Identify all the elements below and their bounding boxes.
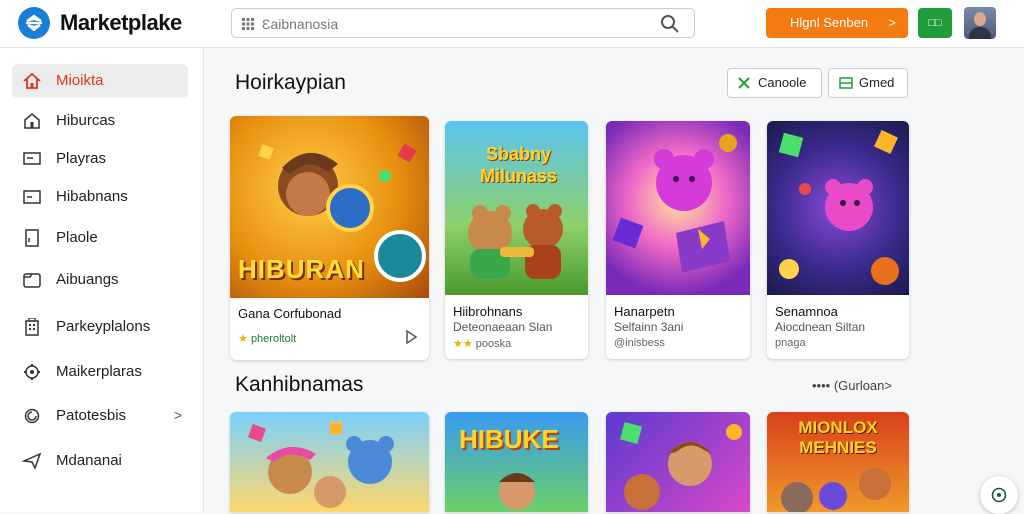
star-icon: ★ xyxy=(238,333,248,345)
card-title: Gana Corfubonad xyxy=(238,306,342,321)
sidebar-item-mdananai[interactable]: Mdananai xyxy=(12,444,188,478)
thumbnail-title: MIONLOX MEHNIES xyxy=(798,418,878,457)
game-card[interactable]: HIBURAN Gana Corfubonad ★ pheroltolt xyxy=(230,116,429,360)
gear-icon xyxy=(24,364,40,380)
thumbnail-title: Sbabny Milunass xyxy=(479,144,558,186)
game-thumbnail xyxy=(606,121,750,295)
star-icon: ★★ xyxy=(453,338,473,350)
folder-icon xyxy=(23,273,41,288)
card-subtitle: Selfainn 3ani xyxy=(614,320,684,334)
sidebar-item-aibuangs[interactable]: Aibuangs xyxy=(12,263,188,297)
sidebar: Mioikta Hiburcas Playras Hibabnans Plaol… xyxy=(0,48,204,512)
cancel-chip-button[interactable]: Canoole xyxy=(727,68,822,98)
sidebar-item-home[interactable]: Mioikta xyxy=(12,64,188,98)
help-button[interactable] xyxy=(980,476,1018,514)
top-bar: Marketplake Ɛaibnanosia Hlgnl Senben > □… xyxy=(0,0,1024,48)
sidebar-item-patotesbis[interactable]: Patotesbis > xyxy=(12,399,188,433)
home-icon xyxy=(23,72,41,89)
sidebar-item-maikerplaras[interactable]: Maikerplaras xyxy=(12,355,188,389)
primary-action-label: Hlgnl Senben xyxy=(790,15,869,30)
grid-icon xyxy=(242,18,254,30)
brand-logo-icon[interactable] xyxy=(18,7,50,39)
card-subtitle: Deteonaeaan Slan xyxy=(453,320,553,334)
brand-name[interactable]: Marketplake xyxy=(60,10,182,36)
card-meta: ★ pheroltolt xyxy=(238,333,297,345)
thumbnail-title: HIBURAN xyxy=(238,254,365,284)
game-thumbnail xyxy=(767,121,909,295)
building-icon xyxy=(25,318,39,336)
page-icon xyxy=(25,229,39,247)
card-title: Hiibrohnans xyxy=(453,304,523,319)
game-thumbnail xyxy=(230,412,429,512)
section-title-secondary: Kanhibnamas xyxy=(235,373,364,396)
search-bar[interactable]: Ɛaibnanosia xyxy=(231,8,695,38)
chevron-right-icon: > xyxy=(173,407,182,423)
card-subtitle: Aiocdnean Siltan xyxy=(775,320,866,334)
settings-icon xyxy=(24,408,40,424)
chevron-right-icon: > xyxy=(888,15,896,30)
chevron-right-icon: > xyxy=(884,378,892,393)
card-meta: ★★ pooska xyxy=(453,338,512,350)
send-icon xyxy=(22,452,42,470)
sidebar-item-parkeyplalons[interactable]: Parkeyplalons xyxy=(12,310,188,344)
game-card[interactable] xyxy=(606,412,750,512)
card-title: Senamnoa xyxy=(775,304,838,319)
game-card[interactable] xyxy=(230,412,429,512)
avatar[interactable] xyxy=(964,7,996,39)
primary-action-button[interactable]: Hlgnl Senben > xyxy=(766,8,908,38)
card-meta: @inisbess xyxy=(614,337,665,349)
window-icon xyxy=(23,190,41,204)
sidebar-item-hiburcas[interactable]: Hiburcas xyxy=(12,104,188,138)
search-input[interactable]: Ɛaibnanosia xyxy=(262,16,338,32)
screen-icon xyxy=(23,152,41,165)
house-icon xyxy=(24,113,40,129)
play-icon[interactable] xyxy=(405,330,417,344)
game-card[interactable]: Sbabny Milunass Hiibrohnans Deteonaeaan … xyxy=(445,121,588,359)
grid-chip-button[interactable]: Gmed xyxy=(828,68,908,98)
game-thumbnail xyxy=(606,412,750,512)
sidebar-item-plaole[interactable]: Plaole xyxy=(12,221,188,255)
sidebar-item-playras[interactable]: Playras xyxy=(12,142,188,176)
sidebar-item-hibabnans[interactable]: Hibabnans xyxy=(12,180,188,214)
thumbnail-title: HIBUKE xyxy=(459,424,559,454)
secondary-action-button[interactable]: □□ xyxy=(918,8,952,38)
game-card[interactable]: Hanarpetn Selfainn 3ani @inisbess xyxy=(606,121,750,359)
search-icon[interactable] xyxy=(660,14,680,34)
close-icon xyxy=(738,77,750,89)
section-title-featured: Hoirkaypian xyxy=(235,71,346,94)
card-title: Hanarpetn xyxy=(614,304,675,319)
card-meta: pnaga xyxy=(775,337,806,349)
game-card[interactable]: MIONLOX MEHNIES xyxy=(767,412,909,512)
help-icon xyxy=(991,487,1007,503)
game-card[interactable]: HIBUKE xyxy=(445,412,588,512)
grid-view-icon xyxy=(839,77,853,89)
see-more-link[interactable]: •••• (Gurloan> xyxy=(812,378,892,393)
game-card[interactable]: Senamnoa Aiocdnean Siltan pnaga xyxy=(767,121,909,359)
